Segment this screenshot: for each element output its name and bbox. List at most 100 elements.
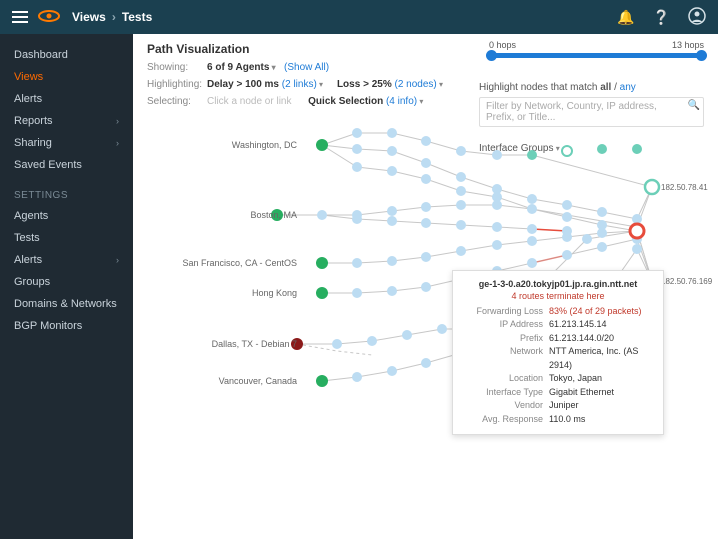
delay-filter: Delay > 100 ms <box>207 79 279 90</box>
hop-node[interactable] <box>582 234 592 244</box>
logo-icon[interactable] <box>38 9 60 26</box>
sidebar-item-sharing[interactable]: Sharing› <box>0 132 133 154</box>
hop-node[interactable] <box>527 258 537 268</box>
hop-node[interactable] <box>387 256 397 266</box>
tooltip-value: Tokyo, Japan <box>549 372 653 386</box>
selected-loss-node[interactable] <box>630 224 644 238</box>
hop-node[interactable] <box>456 186 466 196</box>
hop-node[interactable] <box>562 250 572 260</box>
sidebar-item-alerts[interactable]: Alerts <box>0 88 133 110</box>
hop-node[interactable] <box>387 206 397 216</box>
hop-node[interactable] <box>402 330 412 340</box>
chevron-right-icon: › <box>116 138 119 148</box>
hop-node[interactable] <box>387 166 397 176</box>
hops-slider[interactable]: 0 hops 13 hops <box>489 40 704 58</box>
path-visualization[interactable]: Washington, DCBoston, MASan Francisco, C… <box>147 119 704 439</box>
agent-label: San Francisco, CA - CentOS <box>147 258 297 268</box>
quick-selection-dropdown[interactable]: (4 info) <box>386 96 423 107</box>
hop-node[interactable] <box>421 218 431 228</box>
agent-node[interactable] <box>316 257 328 269</box>
delay-links-dropdown[interactable]: (2 links) <box>282 79 323 90</box>
sidebar-item-domains-networks[interactable]: Domains & Networks <box>0 293 133 315</box>
hop-node[interactable] <box>527 236 537 246</box>
hop-node[interactable] <box>492 222 502 232</box>
match-all[interactable]: all <box>600 82 611 93</box>
hop-node[interactable] <box>421 282 431 292</box>
chevron-right-icon: › <box>112 10 116 24</box>
sidebar-item-agents[interactable]: Agents <box>0 205 133 227</box>
hop-node[interactable] <box>352 144 362 154</box>
hop-node[interactable] <box>421 358 431 368</box>
sidebar-item-reports[interactable]: Reports› <box>0 110 133 132</box>
hop-node[interactable] <box>456 146 466 156</box>
hop-node[interactable] <box>352 162 362 172</box>
hop-node[interactable] <box>421 158 431 168</box>
hop-node[interactable] <box>387 146 397 156</box>
hop-node[interactable] <box>352 372 362 382</box>
dest-node-1[interactable] <box>645 180 659 194</box>
hamburger-icon[interactable] <box>12 11 28 23</box>
sidebar-item-views[interactable]: Views <box>0 66 133 88</box>
show-all-link[interactable]: (Show All) <box>284 62 329 73</box>
hop-node[interactable] <box>562 200 572 210</box>
hop-node[interactable] <box>352 258 362 268</box>
hop-node[interactable] <box>492 150 502 160</box>
hop-node[interactable] <box>332 339 342 349</box>
agent-node[interactable] <box>316 287 328 299</box>
showing-agents-dropdown[interactable]: 6 of 9 Agents <box>207 62 276 73</box>
hop-node[interactable] <box>317 210 327 220</box>
tooltip-key: IP Address <box>463 318 543 332</box>
help-icon[interactable]: ❔ <box>653 9 670 26</box>
sidebar-item-bgp-monitors[interactable]: BGP Monitors <box>0 315 133 337</box>
hop-node[interactable] <box>421 202 431 212</box>
hop-node[interactable] <box>456 200 466 210</box>
breadcrumb-tests[interactable]: Tests <box>122 10 152 24</box>
hop-node[interactable] <box>387 286 397 296</box>
sidebar-item-groups[interactable]: Groups <box>0 271 133 293</box>
hop-node[interactable] <box>421 136 431 146</box>
hop-node[interactable] <box>421 252 431 262</box>
loss-nodes-dropdown[interactable]: (2 nodes) <box>395 79 444 90</box>
agent-label: Vancouver, Canada <box>147 376 297 386</box>
sidebar: DashboardViewsAlertsReports›Sharing›Save… <box>0 34 133 539</box>
hop-node[interactable] <box>387 216 397 226</box>
tooltip-key: Forwarding Loss <box>463 305 543 319</box>
hop-node[interactable] <box>367 336 377 346</box>
agent-node[interactable] <box>316 139 328 151</box>
hop-node[interactable] <box>387 366 397 376</box>
hop-node[interactable] <box>352 288 362 298</box>
hop-node[interactable] <box>632 244 642 254</box>
hop-node[interactable] <box>562 232 572 242</box>
sidebar-item-alerts[interactable]: Alerts› <box>0 249 133 271</box>
hop-node[interactable] <box>352 214 362 224</box>
hop-node[interactable] <box>437 324 447 334</box>
hop-node[interactable] <box>597 228 607 238</box>
hop-node[interactable] <box>492 200 502 210</box>
agent-node[interactable] <box>316 375 328 387</box>
hops-min-label: 0 hops <box>489 40 516 50</box>
hop-node[interactable] <box>492 240 502 250</box>
hop-node[interactable] <box>421 174 431 184</box>
hop-node[interactable] <box>527 194 537 204</box>
bell-icon[interactable]: 🔔 <box>617 9 634 26</box>
user-icon[interactable] <box>688 7 706 28</box>
tooltip-title: ge-1-3-0.a20.tokyjp01.jp.ra.gin.ntt.net <box>463 279 653 289</box>
breadcrumb-views[interactable]: Views <box>72 10 106 24</box>
hop-node[interactable] <box>597 207 607 217</box>
sidebar-item-dashboard[interactable]: Dashboard <box>0 44 133 66</box>
hop-node[interactable] <box>387 128 397 138</box>
hop-node[interactable] <box>456 172 466 182</box>
hop-node[interactable] <box>527 204 537 214</box>
destination-label: 182.50.76.169 <box>661 277 712 286</box>
hop-node[interactable] <box>456 220 466 230</box>
match-any[interactable]: any <box>620 82 636 93</box>
hop-node[interactable] <box>456 246 466 256</box>
hop-node[interactable] <box>597 242 607 252</box>
hop-node[interactable] <box>562 212 572 222</box>
hop-node[interactable] <box>527 224 537 234</box>
sidebar-item-tests[interactable]: Tests <box>0 227 133 249</box>
sidebar-item-saved-events[interactable]: Saved Events <box>0 154 133 176</box>
hop-node[interactable] <box>352 128 362 138</box>
agent-label: Washington, DC <box>147 140 297 150</box>
search-icon[interactable]: 🔍 <box>688 100 700 111</box>
